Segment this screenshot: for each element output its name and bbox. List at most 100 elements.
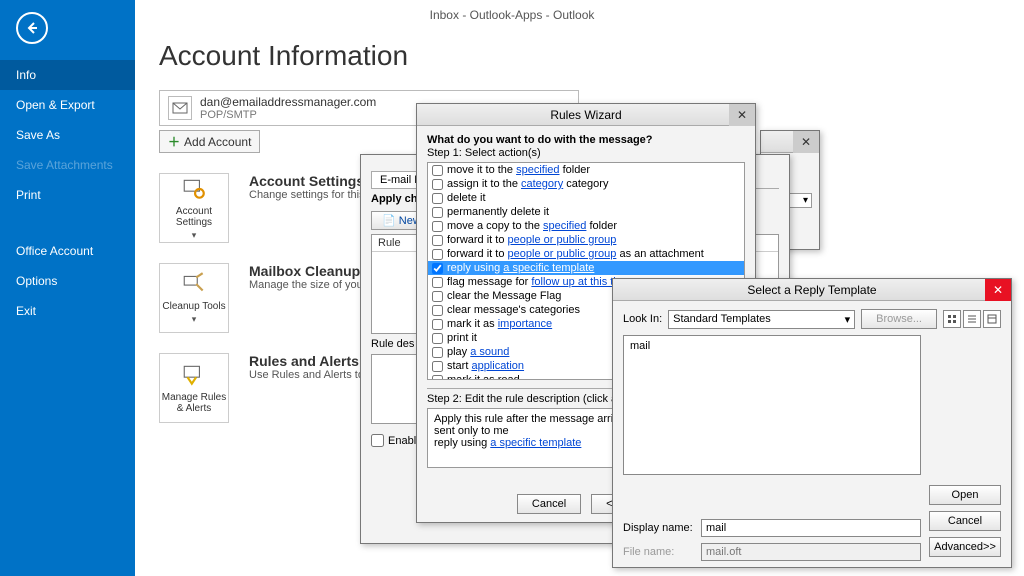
wizard-step1-label: Step 1: Select action(s) xyxy=(427,147,745,159)
wizard-question: What do you want to do with the message? xyxy=(427,134,745,146)
template-item[interactable]: mail xyxy=(630,340,650,352)
nav-print[interactable]: Print xyxy=(0,180,135,210)
tile-manage-rules[interactable]: Manage Rules & Alerts xyxy=(159,353,229,423)
action-text: mark it as importance xyxy=(447,317,552,331)
account-email: dan@emailaddressmanager.com xyxy=(200,95,376,109)
tile-account-settings[interactable]: Account Settings ▾ xyxy=(159,173,229,243)
enable-rules-checkbox[interactable] xyxy=(371,434,384,447)
backstage-sidebar: Info Open & Export Save As Save Attachme… xyxy=(0,0,135,576)
action-checkbox[interactable] xyxy=(432,277,443,288)
lookin-label: Look In: xyxy=(623,313,662,325)
browse-button: Browse... xyxy=(861,309,937,329)
close-icon[interactable]: ✕ xyxy=(985,279,1011,301)
action-checkbox[interactable] xyxy=(432,249,443,260)
display-name-input[interactable] xyxy=(701,519,921,537)
close-icon[interactable]: ✕ xyxy=(793,131,819,153)
action-link[interactable]: specified xyxy=(543,220,586,232)
action-text: clear message's categories xyxy=(447,303,580,317)
nav-info[interactable]: Info xyxy=(0,60,135,90)
action-link[interactable]: importance xyxy=(498,318,552,330)
action-text: mark it as read xyxy=(447,373,520,380)
tile-label: Cleanup Tools xyxy=(162,301,225,312)
wizard-action-row[interactable]: permanently delete it xyxy=(428,205,744,219)
wizard-action-row[interactable]: forward it to people or public group as … xyxy=(428,247,744,261)
action-text: delete it xyxy=(447,191,486,205)
account-icon xyxy=(168,96,192,120)
rules-icon xyxy=(181,362,207,388)
action-link[interactable]: specified xyxy=(516,164,559,176)
wizard-cancel-button[interactable]: Cancel xyxy=(517,494,581,514)
action-checkbox[interactable] xyxy=(432,375,443,381)
nav-save-attachments: Save Attachments xyxy=(0,150,135,180)
action-text: assign it to the category category xyxy=(447,177,608,191)
wizard-action-row[interactable]: forward it to people or public group xyxy=(428,233,744,247)
desc-template-link[interactable]: a specific template xyxy=(490,437,581,449)
action-link[interactable]: a specific template xyxy=(503,262,594,274)
wizard-action-row[interactable]: assign it to the category category xyxy=(428,177,744,191)
tile-label: Manage Rules & Alerts xyxy=(160,392,228,414)
back-button[interactable] xyxy=(16,12,48,44)
action-checkbox[interactable] xyxy=(432,179,443,190)
action-checkbox[interactable] xyxy=(432,319,443,330)
action-text: move a copy to the specified folder xyxy=(447,219,617,233)
file-name-label: File name: xyxy=(623,546,695,558)
action-text: start application xyxy=(447,359,524,373)
cancel-button[interactable]: Cancel xyxy=(929,511,1001,531)
action-link[interactable]: a sound xyxy=(470,346,509,358)
wizard-action-row[interactable]: move a copy to the specified folder xyxy=(428,219,744,233)
nav-open-export[interactable]: Open & Export xyxy=(0,90,135,120)
dialog-select-reply-template: Select a Reply Template ✕ Look In: Stand… xyxy=(612,278,1012,568)
wizard-action-row[interactable]: delete it xyxy=(428,191,744,205)
action-link[interactable]: people or public group xyxy=(508,248,617,260)
action-link[interactable]: people or public group xyxy=(508,234,617,246)
account-type: POP/SMTP xyxy=(200,109,376,121)
advanced-button[interactable]: Advanced>> xyxy=(929,537,1001,557)
window-title: Inbox - Outlook-Apps - Outlook xyxy=(0,0,1024,30)
broom-icon xyxy=(181,271,207,297)
nav-save-as[interactable]: Save As xyxy=(0,120,135,150)
plus-icon: ＋ xyxy=(168,133,180,150)
action-link[interactable]: application xyxy=(471,360,524,372)
action-checkbox[interactable] xyxy=(432,291,443,302)
action-checkbox[interactable] xyxy=(432,305,443,316)
action-checkbox[interactable] xyxy=(432,361,443,372)
tile-cleanup-tools[interactable]: Cleanup Tools ▾ xyxy=(159,263,229,333)
view-list-button[interactable] xyxy=(963,310,981,328)
action-text: forward it to people or public group as … xyxy=(447,247,704,261)
add-account-label: Add Account xyxy=(184,135,251,149)
action-checkbox[interactable] xyxy=(432,165,443,176)
template-list[interactable]: mail xyxy=(623,335,921,475)
display-name-label: Display name: xyxy=(623,522,695,534)
close-icon[interactable]: ✕ xyxy=(729,104,755,126)
nav-options[interactable]: Options xyxy=(0,266,135,296)
action-text: flag message for follow up at this time xyxy=(447,275,631,289)
view-large-icons-button[interactable] xyxy=(943,310,961,328)
action-checkbox[interactable] xyxy=(432,333,443,344)
action-link[interactable]: category xyxy=(521,178,563,190)
wizard-action-row[interactable]: reply using a specific template xyxy=(428,261,744,275)
action-text: reply using a specific template xyxy=(447,261,594,275)
add-account-button[interactable]: ＋ Add Account xyxy=(159,130,260,153)
action-checkbox[interactable] xyxy=(432,221,443,232)
wizard-action-row[interactable]: move it to the specified folder xyxy=(428,163,744,177)
action-text: print it xyxy=(447,331,477,345)
file-name-input xyxy=(701,543,921,561)
dialog-title: Rules Wizard xyxy=(550,108,621,122)
action-checkbox[interactable] xyxy=(432,347,443,358)
dialog-title: Select a Reply Template xyxy=(747,283,876,297)
action-checkbox[interactable] xyxy=(432,193,443,204)
tile-label: Account Settings xyxy=(160,206,228,228)
nav-exit[interactable]: Exit xyxy=(0,296,135,326)
action-checkbox[interactable] xyxy=(432,263,443,274)
action-text: forward it to people or public group xyxy=(447,233,616,247)
nav-office-account[interactable]: Office Account xyxy=(0,236,135,266)
enable-rules-label: Enabl xyxy=(388,435,416,447)
action-text: move it to the specified folder xyxy=(447,163,590,177)
action-text: clear the Message Flag xyxy=(447,289,561,303)
action-checkbox[interactable] xyxy=(432,235,443,246)
action-text: play a sound xyxy=(447,345,509,359)
open-button[interactable]: Open xyxy=(929,485,1001,505)
view-details-button[interactable] xyxy=(983,310,1001,328)
action-checkbox[interactable] xyxy=(432,207,443,218)
lookin-dropdown[interactable]: Standard Templates▾ xyxy=(668,310,855,329)
